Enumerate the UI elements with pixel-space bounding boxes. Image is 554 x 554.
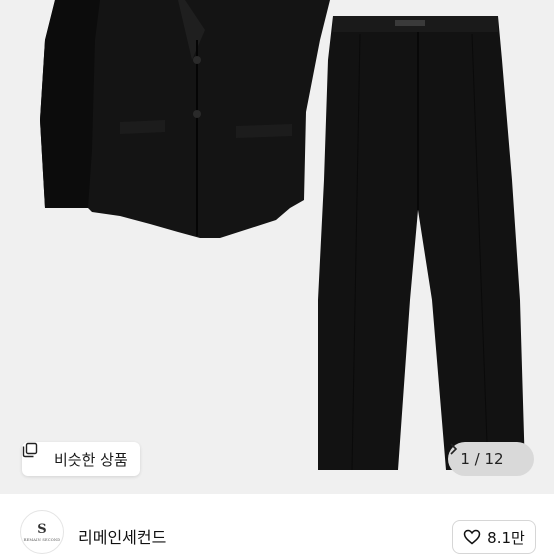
trousers-label (395, 20, 425, 26)
trousers-shape (318, 16, 525, 470)
pocket-flap-right (236, 124, 292, 138)
product-image[interactable]: 비슷한 상품 1 / 12 (0, 0, 554, 494)
similar-items-label: 비슷한 상품 (54, 450, 128, 469)
shop-name[interactable]: 리메인세컨드 (78, 524, 166, 548)
jacket-button-bottom (193, 110, 201, 118)
image-counter-text: 1 / 12 (460, 450, 504, 468)
shop-avatar[interactable]: S REMAIN SECOND (20, 510, 64, 554)
similar-items-button[interactable]: 비슷한 상품 (22, 442, 140, 476)
like-button[interactable]: 8.1만 (452, 520, 536, 554)
heart-icon (463, 529, 481, 545)
image-counter[interactable]: 1 / 12 (448, 442, 534, 476)
similar-items-icon (22, 442, 48, 467)
black-suit-image (40, 0, 525, 471)
like-count: 8.1만 (487, 528, 525, 547)
shop-logo-mark: S (37, 521, 47, 537)
chevron-right-icon[interactable] (450, 443, 522, 466)
shop-logo-text: REMAIN SECOND (23, 537, 61, 542)
pocket-flap-left (120, 120, 165, 134)
jacket-button-top (193, 56, 201, 64)
